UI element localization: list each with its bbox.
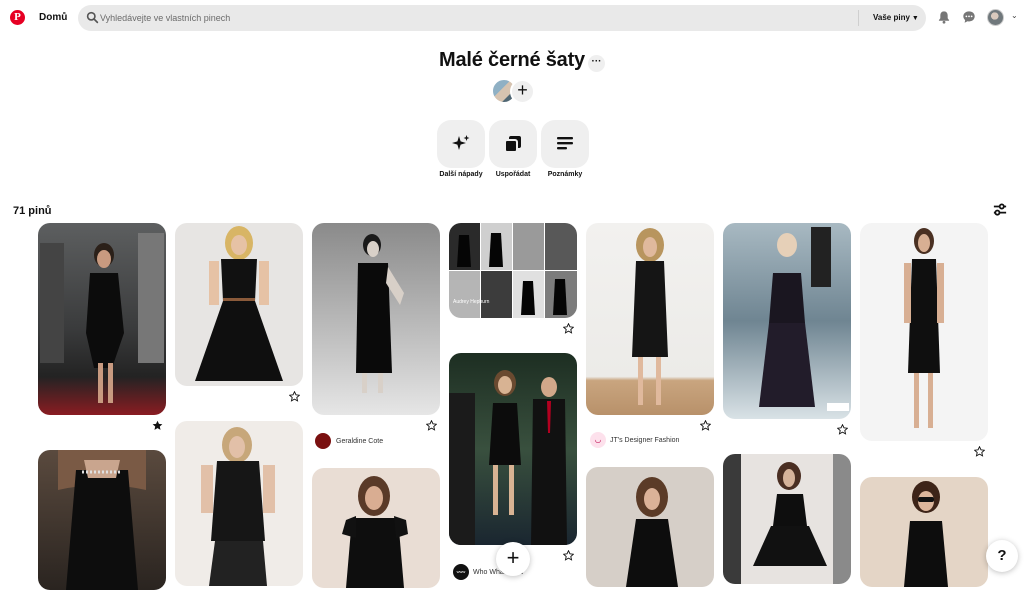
pin-image[interactable] [38,450,166,590]
pin-image[interactable] [860,223,988,441]
pinterest-logo[interactable]: P [10,10,25,25]
dress-figure [40,233,164,403]
star-outline-icon[interactable] [289,391,300,402]
dress-figure [632,228,668,405]
search-input[interactable]: Vyhledávejte ve vlastních pinech [100,13,230,23]
pin-source-name[interactable]: Geraldine Cote [336,438,383,445]
pin-image[interactable] [175,421,303,586]
notes-icon [557,137,573,150]
chevron-down-icon: ▼ [911,15,919,22]
dress-figure [449,370,567,545]
scope-dropdown[interactable]: Vaše piny ▼ [873,13,919,22]
sparkle-icon [452,135,470,150]
pin-image[interactable] [38,223,166,415]
organize-button[interactable] [489,120,537,168]
dress-figure [904,481,948,587]
star-outline-icon[interactable] [700,420,711,431]
pin-image[interactable] [449,353,577,545]
lips-icon[interactable]: ◡ [590,432,606,448]
notes-button[interactable] [541,120,589,168]
dress-figure [626,477,678,587]
bell-icon[interactable] [937,10,951,24]
dress-figure [904,228,944,428]
profile-avatar[interactable] [987,9,1004,26]
search-bar[interactable]: Vyhledávejte ve vlastních pinech Vaše pi… [78,5,926,31]
help-button[interactable]: ? [986,540,1018,572]
messages-icon[interactable] [962,10,976,24]
pin-source-name[interactable]: JT's Designer Fashion [610,437,679,444]
board-title: Malé černé šaty [439,49,585,71]
pin-image[interactable] [312,223,440,415]
pin-image[interactable]: Audrey Hepburn [449,223,577,318]
create-pin-button[interactable]: + [496,542,530,576]
filter-icon[interactable] [993,203,1007,217]
search-icon [86,11,99,24]
star-outline-icon[interactable] [837,424,848,435]
dress-figure [753,462,827,566]
star-outline-icon[interactable] [426,420,437,431]
pin-image[interactable] [586,223,714,415]
pin-image[interactable] [723,454,851,584]
pin-image[interactable] [312,468,440,588]
dress-figure [201,427,275,586]
star-outline-icon[interactable] [563,550,574,561]
dress-figure [58,450,146,590]
star-outline-icon[interactable] [563,323,574,334]
collage-caption: Audrey Hepburn [453,299,490,305]
notes-label: Poznámky [547,171,583,178]
top-bar: P Domů Vyhledávejte ve vlastních pinech … [0,0,1024,36]
search-divider [858,10,859,26]
account-chevron-down-icon[interactable]: ⌄ [1011,11,1018,20]
pin-image[interactable] [723,223,851,419]
pin-image[interactable] [860,477,988,587]
board-header: Malé černé šaty [0,49,1024,72]
dress-figure [195,226,283,381]
pin-image[interactable] [586,467,714,587]
dress-figure [759,227,849,411]
home-link[interactable]: Domů [39,12,67,23]
dress-figure [342,476,408,588]
scope-label: Vaše piny [873,13,910,22]
star-outline-icon[interactable] [974,446,985,457]
dress-figure [356,234,404,393]
pins-count: 71 pinů [13,205,52,217]
board-more-button[interactable]: ··· [588,55,605,72]
organize-icon [504,136,521,153]
source-avatar[interactable] [315,433,331,449]
pin-image[interactable] [175,223,303,386]
add-collaborator-button[interactable]: + [510,79,535,104]
more-ideas-button[interactable] [437,120,485,168]
star-filled-icon[interactable] [152,420,163,431]
